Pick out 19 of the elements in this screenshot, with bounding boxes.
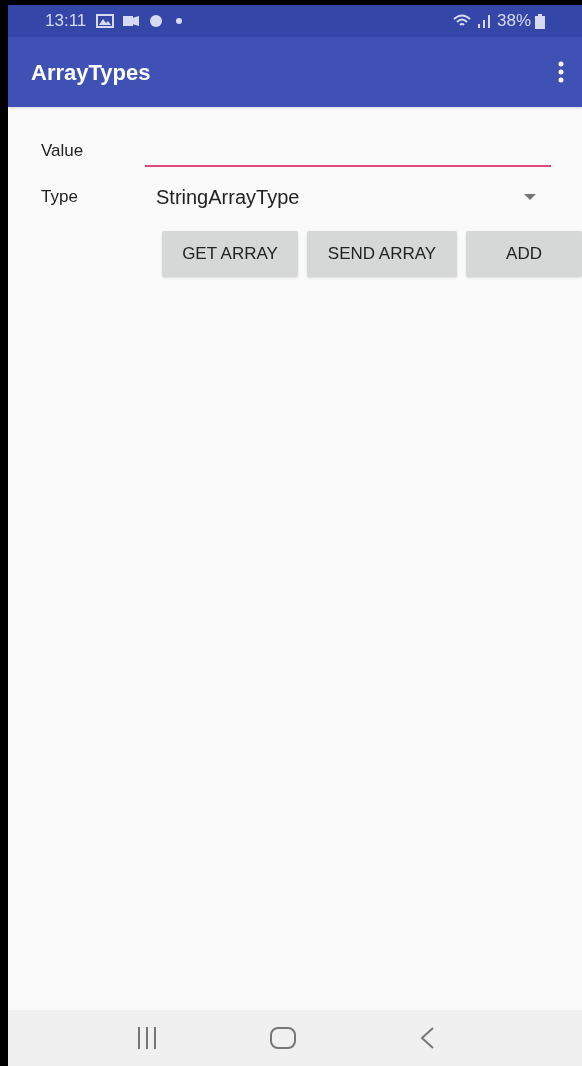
dropdown-arrow-icon	[524, 194, 536, 200]
app-title: ArrayTypes	[31, 58, 152, 87]
dot-icon	[176, 18, 183, 24]
more-options-icon[interactable]	[558, 61, 564, 83]
action-button[interactable]: ADD	[466, 231, 582, 277]
home-icon[interactable]	[270, 1027, 296, 1049]
action-button[interactable]: GET ARRAY	[162, 231, 298, 277]
battery-percent: 38%	[496, 10, 531, 33]
status-time: 13:11	[45, 10, 87, 33]
value-label: Value	[41, 139, 85, 162]
signal-icon	[476, 14, 491, 28]
back-icon[interactable]	[420, 1027, 434, 1049]
recent-apps-icon[interactable]	[136, 1027, 158, 1049]
wifi-icon	[452, 14, 471, 28]
type-dropdown[interactable]: StringArrayType	[156, 180, 536, 214]
gallery-icon	[96, 14, 115, 28]
type-label: Type	[41, 186, 79, 209]
battery-icon	[535, 13, 545, 29]
action-button[interactable]: SEND ARRAY	[307, 231, 457, 277]
